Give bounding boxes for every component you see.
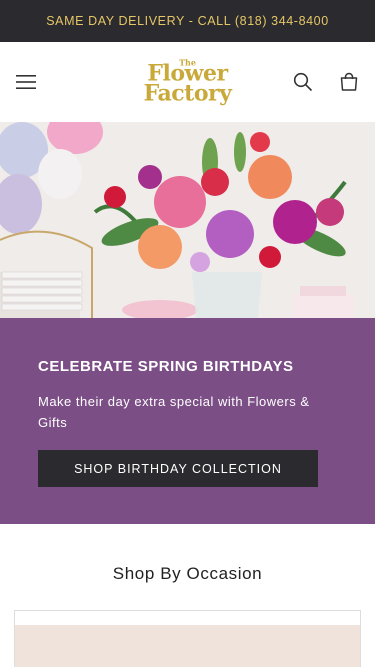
logo-text-factory: Factory xyxy=(143,80,232,107)
site-logo[interactable]: The Flower Factory xyxy=(143,59,232,107)
occasion-card[interactable] xyxy=(14,610,361,667)
promo-banner: CELEBRATE SPRING BIRTHDAYS Make their da… xyxy=(0,318,375,524)
announcement-text: SAME DAY DELIVERY - CALL (818) 344-8400 xyxy=(46,14,329,28)
site-header: The Flower Factory xyxy=(0,42,375,122)
promo-heading: CELEBRATE SPRING BIRTHDAYS xyxy=(38,358,294,375)
hamburger-menu-icon[interactable] xyxy=(14,70,38,94)
shop-birthday-collection-button[interactable]: SHOP BIRTHDAY COLLECTION xyxy=(38,450,318,487)
announcement-bar: SAME DAY DELIVERY - CALL (818) 344-8400 xyxy=(0,0,375,42)
section-heading: Shop By Occasion xyxy=(112,564,263,583)
header-actions xyxy=(291,70,361,94)
occasion-card-image xyxy=(15,625,360,667)
promo-description: Make their day extra special with Flower… xyxy=(38,394,310,430)
shop-by-occasion-section: Shop By Occasion xyxy=(0,524,375,667)
search-icon[interactable] xyxy=(291,70,315,94)
hero-banner-image[interactable] xyxy=(0,122,375,318)
shopping-bag-icon[interactable] xyxy=(337,70,361,94)
